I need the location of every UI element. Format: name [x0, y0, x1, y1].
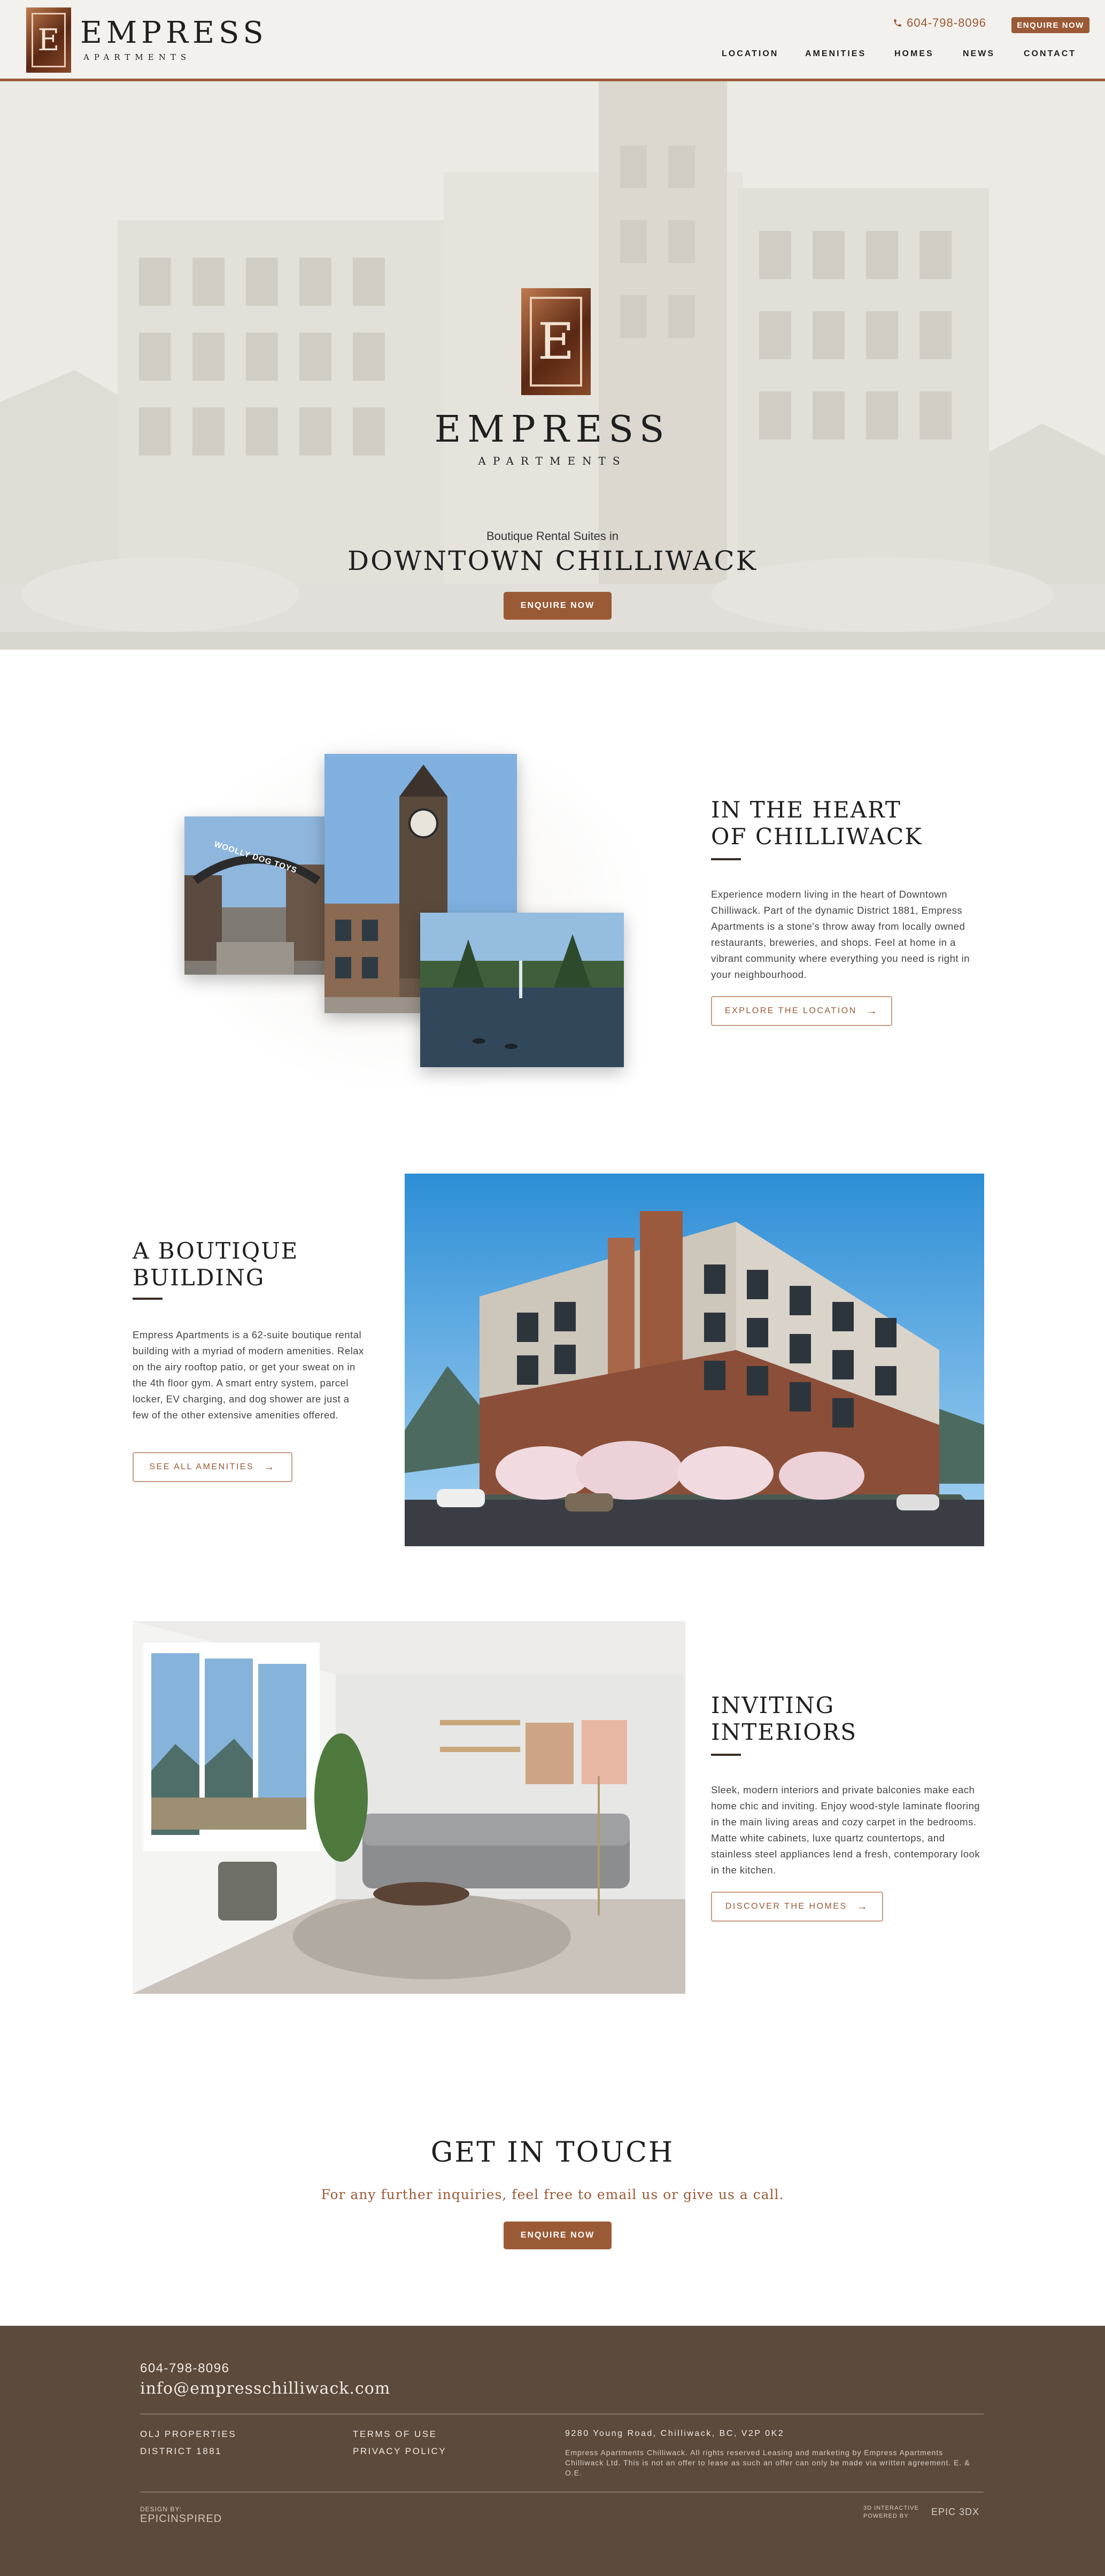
footer-divider-bottom: [140, 2492, 984, 2493]
interiors-photo: [133, 1621, 685, 1994]
nav-news[interactable]: NEWS: [963, 49, 995, 59]
explore-location-button[interactable]: EXPLORE THE LOCATION →: [711, 996, 892, 1026]
footer-link-privacy[interactable]: PRIVACY POLICY: [353, 2446, 446, 2457]
brand-name[interactable]: EMPRESS: [80, 18, 268, 48]
location-photo-pond: [420, 913, 624, 1067]
logo-icon[interactable]: E: [26, 7, 71, 73]
see-amenities-button[interactable]: SEE ALL AMENITIES →: [133, 1452, 292, 1482]
location-body: Experience modern living in the heart of…: [711, 889, 970, 980]
footer-link-district[interactable]: DISTRICT 1881: [140, 2446, 222, 2457]
street-arch-image: [184, 816, 326, 975]
header-enquire-button[interactable]: ENQUIRE NOW: [1011, 17, 1089, 33]
designer-logo[interactable]: EPICINSPIRED: [140, 2513, 222, 2525]
interiors-title: INVITING INTERIORS: [711, 1692, 857, 1746]
hero-tagline: Boutique Rental Suites in: [486, 529, 619, 543]
header-phone-link[interactable]: 604-798-8096: [893, 16, 986, 30]
site-header: E EMPRESS APARTMENTS 604-798-8096 ENQUIR…: [0, 0, 1105, 81]
nav-amenities[interactable]: AMENITIES: [805, 49, 866, 59]
building-body: Empress Apartments is a 62-suite boutiqu…: [133, 1329, 364, 1421]
footer-phone-link[interactable]: 604-798-8096: [140, 2361, 229, 2376]
arrow-right-icon: →: [264, 1461, 276, 1473]
location-title-line2: OF CHILLIWACK: [711, 823, 923, 850]
footer-divider-top: [140, 2413, 984, 2415]
interiors-body: Sleek, modern interiors and private balc…: [711, 1784, 980, 1876]
building-title: A BOUTIQUE BUILDING: [133, 1238, 298, 1291]
nav-location[interactable]: LOCATION: [722, 49, 778, 59]
building-title-line1: A BOUTIQUE: [133, 1238, 299, 1264]
nav-contact[interactable]: CONTACT: [1024, 49, 1076, 59]
arrow-right-icon: →: [866, 1005, 879, 1017]
brand-subtitle: APARTMENTS: [83, 52, 191, 62]
building-title-rule: [133, 1298, 163, 1300]
footer-email-link[interactable]: info@empresschilliwack.com: [140, 2379, 390, 2398]
explore-location-label: EXPLORE THE LOCATION: [724, 1006, 857, 1015]
interiors-title-line1: INVITING: [711, 1692, 835, 1718]
header-phone-text: 604-798-8096: [907, 16, 987, 29]
discover-homes-label: DISCOVER THE HOMES: [725, 1902, 847, 1911]
footer-legal: Empress Apartments Chilliwack. All right…: [565, 2448, 970, 2477]
site-footer: 604-798-8096 info@empresschilliwack.com …: [0, 2326, 1105, 2576]
hero-logo-letter: E: [530, 297, 582, 387]
logo-letter: E: [32, 13, 66, 67]
living-room-image: [133, 1621, 685, 1994]
interiors-title-rule: [711, 1754, 741, 1756]
hero-brand-subtitle: APARTMENTS: [478, 454, 627, 467]
hero-enquire-button[interactable]: ENQUIRE NOW: [504, 592, 612, 620]
building-rendering-image: [405, 1174, 984, 1546]
arrow-right-icon: →: [856, 1900, 869, 1912]
location-title: IN THE HEART OF CHILLIWACK: [711, 797, 923, 850]
location-photo-street: WOOLLY DOG TOYS: [184, 816, 326, 975]
footer-link-terms[interactable]: TERMS OF USE: [353, 2429, 437, 2440]
building-photo: [405, 1174, 984, 1546]
footer-powered-label: 3D INTERACTIVE POWERED BY: [863, 2505, 919, 2519]
contact-enquire-button[interactable]: ENQUIRE NOW: [504, 2222, 612, 2249]
footer-link-olj[interactable]: OLJ PROPERTIES: [140, 2429, 236, 2440]
interiors-title-line2: INTERIORS: [711, 1719, 857, 1745]
nav-homes[interactable]: HOMES: [894, 49, 934, 59]
location-title-line1: IN THE HEART: [711, 797, 901, 823]
hero-logo-icon: E: [521, 288, 591, 395]
hero-title: DOWNTOWN CHILLIWACK: [347, 545, 758, 576]
hero-section: E EMPRESS APARTMENTS Boutique Rental Sui…: [0, 81, 1105, 650]
location-title-rule: [711, 858, 741, 860]
hero-brand-name: EMPRESS: [434, 408, 671, 451]
discover-homes-button[interactable]: DISCOVER THE HOMES →: [711, 1892, 883, 1922]
footer-address: 9280 Young Road, Chilliwack, BC, V2P 0K2: [565, 2429, 785, 2438]
powered-brand-logo[interactable]: EPIC 3DX: [931, 2506, 979, 2518]
contact-title: GET IN TOUCH: [430, 2137, 675, 2169]
building-title-line2: BUILDING: [133, 1264, 265, 1291]
phone-icon: [894, 19, 901, 27]
contact-subtitle: For any further inquiries, feel free to …: [321, 2187, 784, 2202]
see-amenities-label: SEE ALL AMENITIES: [149, 1462, 254, 1471]
pond-image: [420, 913, 624, 1067]
